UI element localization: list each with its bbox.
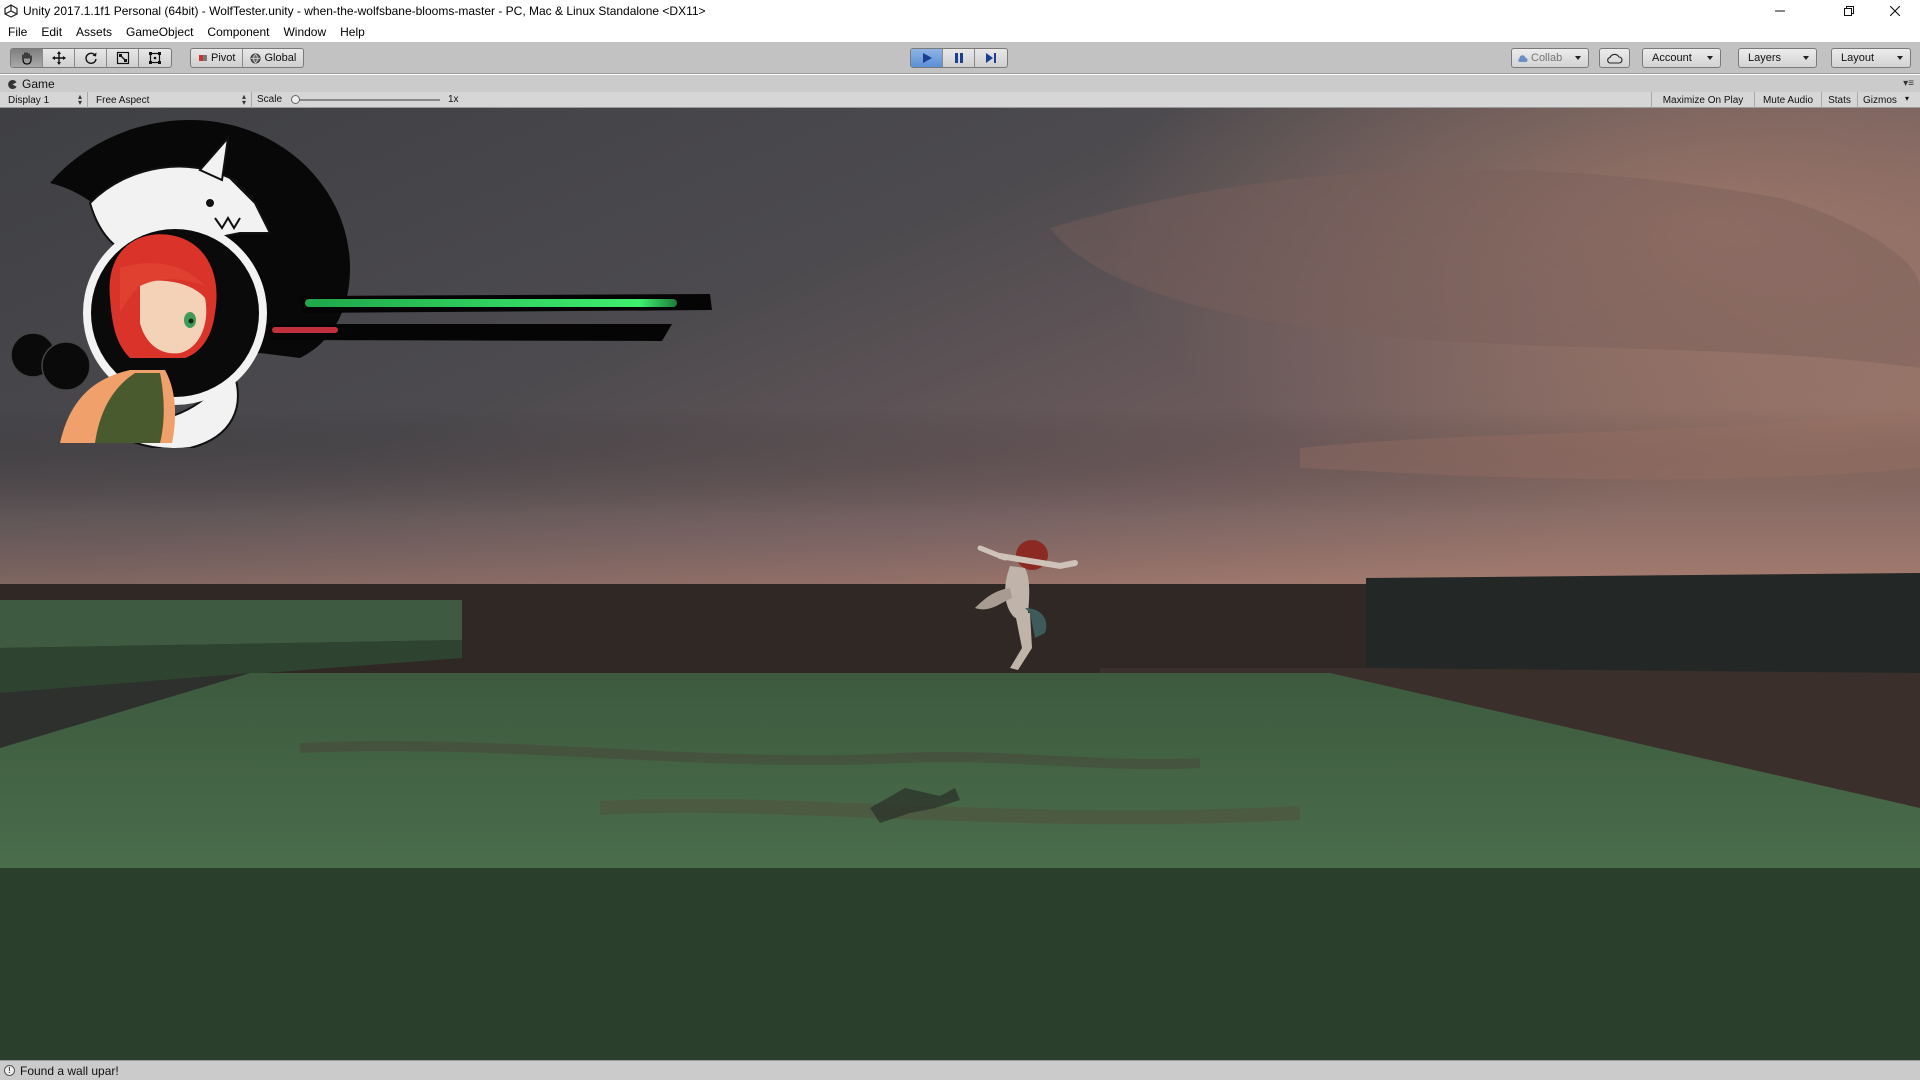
- gizmos-label: Gizmos: [1863, 94, 1897, 106]
- playback-controls: [910, 48, 1008, 68]
- layers-dropdown[interactable]: Layers: [1738, 48, 1817, 68]
- game-viewport[interactable]: [0, 108, 1920, 1060]
- game-tab-label: Game: [22, 77, 55, 91]
- scale-label: Scale: [257, 94, 283, 105]
- display-arrows-icon: ▴ ▾: [77, 92, 82, 107]
- layers-label: Layers: [1748, 52, 1782, 64]
- scale-slider-thumb[interactable]: [291, 95, 300, 104]
- step-button[interactable]: [975, 49, 1007, 67]
- account-label: Account: [1652, 52, 1692, 64]
- hud-orb-2: [41, 341, 91, 391]
- layout-dropdown[interactable]: Layout: [1831, 48, 1911, 68]
- menu-component[interactable]: Component: [207, 25, 269, 39]
- panel-menu-icon[interactable]: ▾≡: [1903, 78, 1914, 89]
- menu-window[interactable]: Window: [283, 25, 326, 39]
- game-tab-header: Game ▾≡: [0, 75, 1920, 92]
- ground-front: [0, 868, 1920, 1060]
- move-tool-button[interactable]: [43, 49, 75, 67]
- pacman-game-icon: [8, 79, 17, 89]
- scale-icon: [116, 51, 129, 65]
- collab-caret-icon: [1575, 56, 1581, 60]
- menu-help[interactable]: Help: [340, 25, 365, 39]
- global-button[interactable]: Global: [243, 49, 303, 67]
- rotate-icon: [84, 52, 97, 64]
- gizmos-dropdown[interactable]: Gizmos ▾: [1857, 92, 1913, 108]
- layers-caret-icon: [1803, 56, 1809, 60]
- aspect-label: Free Aspect: [96, 94, 150, 106]
- minimize-icon: [1775, 10, 1785, 12]
- toolbar: Pivot Global Collab Account Layers Layou…: [0, 42, 1920, 74]
- aspect-arrows-icon: ▴ ▾: [241, 92, 246, 107]
- wall-left-top: [0, 600, 462, 648]
- hand-tool-button[interactable]: [11, 49, 43, 67]
- mute-audio-toggle[interactable]: Mute Audio: [1754, 92, 1821, 108]
- wall-right: [1366, 573, 1920, 673]
- account-caret-icon: [1707, 56, 1713, 60]
- status-bar: ! Found a wall upar!: [0, 1060, 1920, 1080]
- menu-file[interactable]: File: [8, 25, 27, 39]
- cloud-icon: [1607, 53, 1623, 64]
- move-icon: [51, 51, 66, 65]
- aspect-dropdown[interactable]: Free Aspect ▴ ▾: [92, 92, 252, 108]
- layout-label: Layout: [1841, 52, 1875, 64]
- transform-tools: [10, 48, 172, 68]
- rect-transform-icon: [149, 52, 161, 64]
- menu-bar: File Edit Assets GameObject Component Wi…: [0, 22, 1920, 42]
- pause-icon: [954, 53, 963, 63]
- display-dropdown[interactable]: Display 1 ▴ ▾: [4, 92, 88, 108]
- maximize-on-play-label: Maximize On Play: [1662, 94, 1744, 106]
- restore-button[interactable]: [1826, 0, 1872, 22]
- pivot-button[interactable]: Pivot: [191, 49, 244, 67]
- tab-game[interactable]: Game: [8, 77, 55, 91]
- collab-dropdown[interactable]: Collab: [1511, 48, 1589, 68]
- gizmos-caret-icon: ▾: [1904, 94, 1909, 103]
- display-label: Display 1: [8, 94, 50, 106]
- window-title: Unity 2017.1.1f1 Personal (64bit) - Wolf…: [23, 4, 706, 18]
- menu-gameobject[interactable]: GameObject: [126, 25, 193, 39]
- step-icon: [986, 53, 996, 63]
- stats-toggle[interactable]: Stats: [1821, 92, 1857, 108]
- health-bar-fill: [305, 299, 677, 307]
- collab-label: Collab: [1531, 52, 1563, 64]
- play-icon: [922, 53, 932, 63]
- wolf-eye: [206, 199, 214, 207]
- services-button[interactable]: [1599, 48, 1630, 68]
- status-message[interactable]: Found a wall upar!: [20, 1064, 119, 1078]
- stats-label: Stats: [1828, 94, 1851, 106]
- title-bar: Unity 2017.1.1f1 Personal (64bit) - Wolf…: [0, 0, 1920, 22]
- pause-button[interactable]: [943, 49, 975, 67]
- account-dropdown[interactable]: Account: [1642, 48, 1721, 68]
- globe-icon: [250, 52, 262, 64]
- scale-tool-button[interactable]: [107, 49, 139, 67]
- rotate-tool-button[interactable]: [75, 49, 107, 67]
- restore-icon: [1844, 6, 1854, 16]
- mute-audio-label: Mute Audio: [1762, 94, 1814, 106]
- game-view-bar: Display 1 ▴ ▾ Free Aspect ▴ ▾ Scale 1x Max…: [0, 92, 1920, 108]
- close-icon: [1890, 6, 1900, 16]
- maximize-on-play-toggle[interactable]: Maximize On Play: [1651, 92, 1754, 108]
- rect-tool-button[interactable]: [139, 49, 171, 67]
- menu-edit[interactable]: Edit: [41, 25, 62, 39]
- scale-slider-track[interactable]: [292, 99, 440, 101]
- menu-assets[interactable]: Assets: [76, 25, 112, 39]
- collab-cloud-icon: [1518, 54, 1528, 62]
- info-icon: !: [4, 1065, 15, 1076]
- hand-icon: [21, 52, 32, 65]
- hud-overlay: [10, 120, 712, 448]
- play-button[interactable]: [911, 49, 943, 67]
- close-button[interactable]: [1872, 0, 1918, 22]
- pivot-icon: [199, 55, 207, 61]
- unity-logo-icon: [4, 4, 18, 18]
- rage-bar-fill: [272, 327, 338, 333]
- pivot-global-toggle: Pivot Global: [190, 48, 305, 68]
- layout-caret-icon: [1897, 56, 1903, 60]
- scale-value: 1x: [448, 94, 459, 105]
- pivot-label: Pivot: [211, 52, 236, 64]
- global-label: Global: [264, 52, 297, 64]
- minimize-button[interactable]: [1757, 0, 1803, 22]
